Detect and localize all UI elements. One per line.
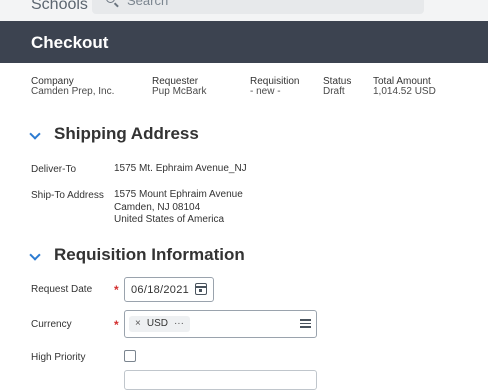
request-date-field[interactable]: 06/18/2021 xyxy=(124,277,214,302)
deliver-to-value: 1575 Mt. Ephraim Avenue_NJ xyxy=(114,163,247,174)
required-marker: * xyxy=(114,318,119,332)
high-priority-checkbox[interactable] xyxy=(124,350,136,362)
request-date-label: Request Date xyxy=(31,284,93,295)
meta-value: - new - xyxy=(250,86,281,97)
meta-requester: Requester Pup McBark xyxy=(152,77,206,97)
section-title: Shipping Address xyxy=(54,124,199,143)
chevron-down-icon xyxy=(29,249,41,261)
currency-label: Currency xyxy=(31,319,72,330)
high-priority-label: High Priority xyxy=(31,352,86,363)
top-bar: Schools Search xyxy=(0,0,488,21)
search-icon xyxy=(106,0,115,3)
meta-total-amount: Total Amount 1,014.52 USD xyxy=(373,77,436,97)
meta-company: Company Camden Prep, Inc. xyxy=(31,77,114,97)
currency-value: USD xyxy=(146,318,168,329)
address-line: Camden, NJ 08104 xyxy=(114,201,201,213)
next-field[interactable] xyxy=(124,370,317,390)
address-line: 1575 Mount Ephraim Avenue xyxy=(114,189,243,200)
meta-value: 1,014.52 USD xyxy=(373,86,436,97)
meta-requisition: Requisition - new - xyxy=(250,77,299,97)
chevron-down-icon xyxy=(29,128,41,140)
meta-value: Pup McBark xyxy=(152,86,207,97)
section-title: Requisition Information xyxy=(54,245,245,264)
school-name: Schools xyxy=(31,0,88,13)
page-title: Checkout xyxy=(31,33,109,52)
page-header: Checkout xyxy=(0,21,488,63)
currency-pill: × USD ··· xyxy=(129,316,190,332)
address-line: United States of America xyxy=(114,214,225,225)
search-input[interactable]: Search xyxy=(92,0,424,14)
meta-status: Status Draft xyxy=(323,77,351,97)
deliver-to-label: Deliver-To xyxy=(31,164,77,175)
request-date-value: 06/18/2021 xyxy=(131,284,190,296)
currency-field[interactable]: × USD ··· xyxy=(124,310,317,338)
meta-value: Camden Prep, Inc. xyxy=(31,86,115,97)
list-icon[interactable] xyxy=(300,319,311,328)
required-marker: * xyxy=(114,283,119,297)
calendar-icon[interactable] xyxy=(195,283,207,295)
remove-currency-button[interactable]: × xyxy=(135,318,141,329)
ship-to-label: Ship-To Address xyxy=(31,190,104,201)
ship-to-address: 1575 Mount Ephraim Avenue Camden, NJ 081… xyxy=(114,189,243,227)
more-options-button[interactable]: ··· xyxy=(174,318,184,329)
search-placeholder: Search xyxy=(127,0,169,8)
meta-value: Draft xyxy=(323,86,345,97)
